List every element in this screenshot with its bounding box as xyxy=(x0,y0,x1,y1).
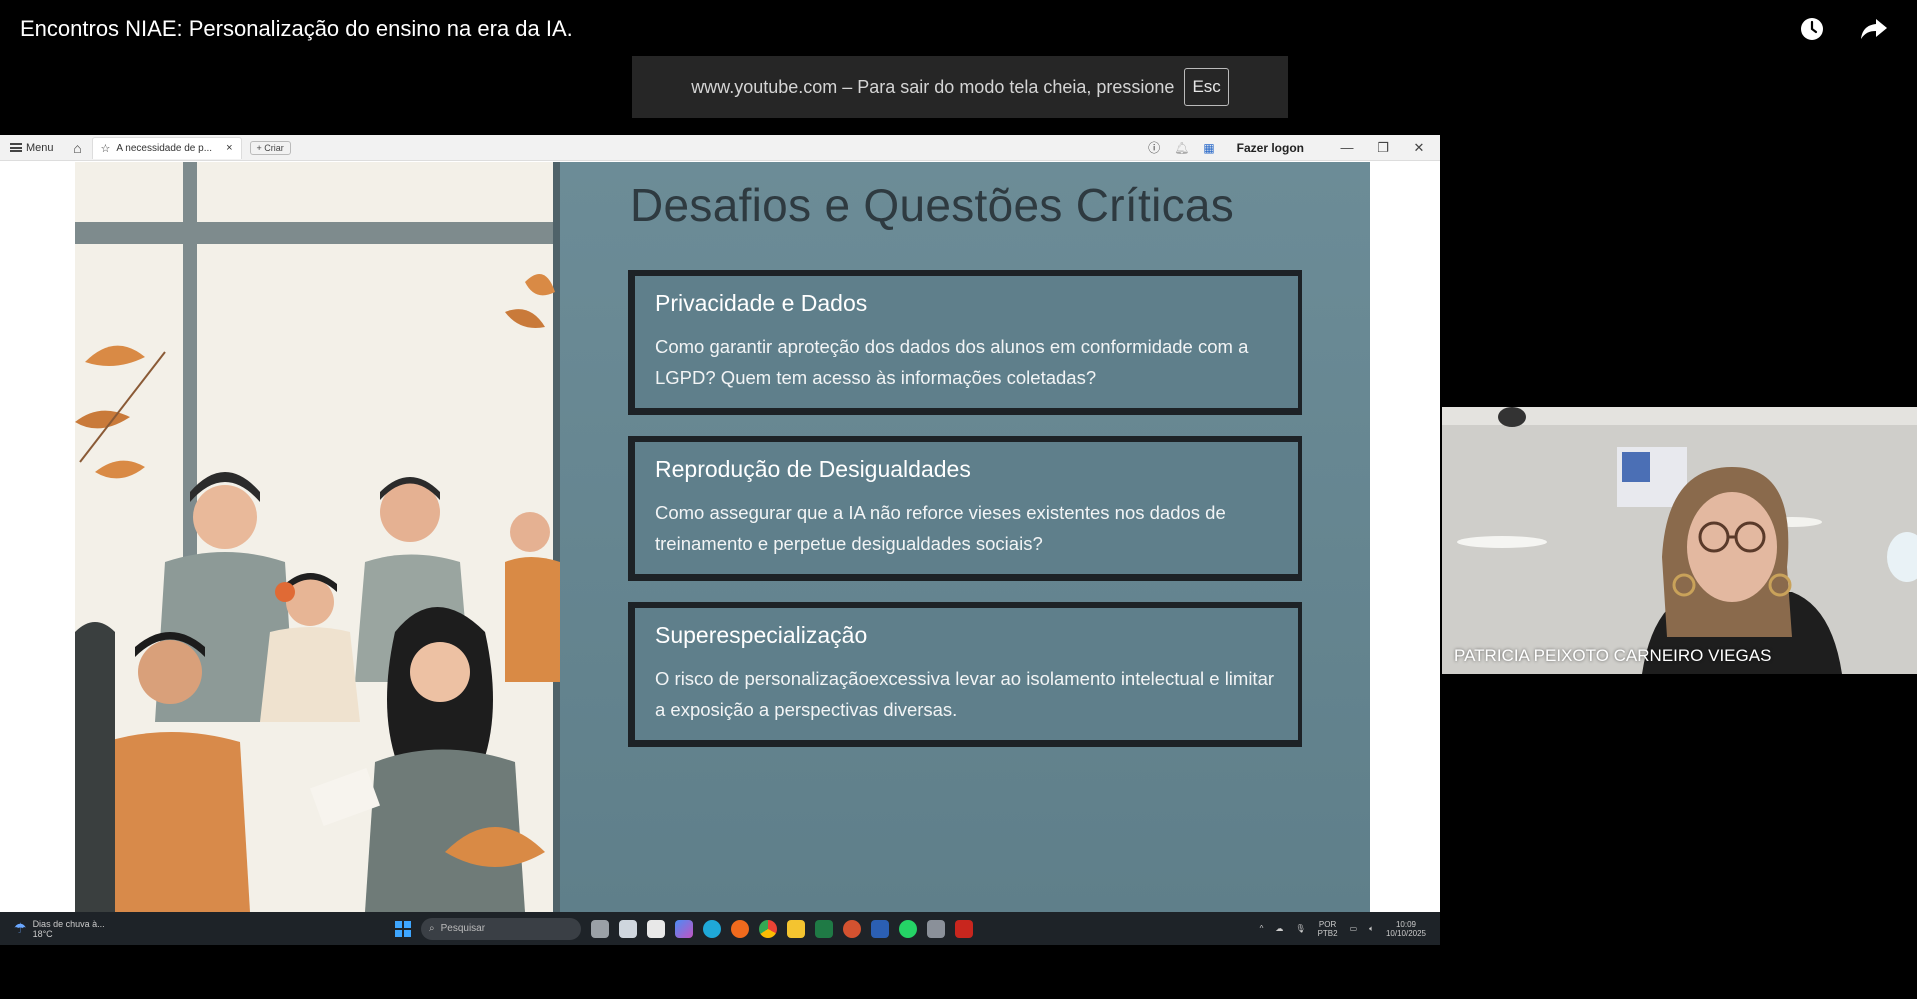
card-text: O risco de personalizaçãoexcessiva levar… xyxy=(655,668,1275,720)
whatsapp-icon[interactable] xyxy=(899,919,917,938)
participant-name: PATRICIA PEIXOTO CARNEIRO VIEGAS xyxy=(1454,646,1772,665)
esc-key: Esc xyxy=(1184,68,1229,106)
restore-icon[interactable]: ❐ xyxy=(1372,140,1394,156)
powerpoint-icon[interactable] xyxy=(843,919,861,938)
card-title: Reprodução de Desigualdades xyxy=(655,456,971,482)
windows-taskbar: ☂ Dias de chuva à... 18°C ⌕ Pesquisar ^ … xyxy=(0,912,1440,945)
clock-date: 10/10/2025 xyxy=(1385,928,1426,938)
browser-toolbar: Menu ⌂ ☆ A necessidade de p... × + Criar… xyxy=(0,135,1440,161)
card-title: Superespecialização xyxy=(655,622,868,648)
volume-icon[interactable]: 🔈︎ xyxy=(1369,924,1374,933)
card-overspecialization: Superespecialização O risco de personali… xyxy=(628,602,1302,747)
people-illustration xyxy=(75,162,560,912)
presentation-slide: Desafios e Questões Críticas Privacidade… xyxy=(75,162,1370,912)
fullscreen-message: www.youtube.com – Para sair do modo tela… xyxy=(691,76,1175,97)
taskbar-apps: ⌕ Pesquisar xyxy=(395,917,973,940)
fullscreen-toast: www.youtube.com – Para sair do modo tela… xyxy=(632,56,1288,118)
help-icon[interactable]: ⓘ xyxy=(1148,139,1160,156)
taskbar-search-placeholder: Pesquisar xyxy=(440,923,486,934)
participant-webcam-image xyxy=(1442,407,1917,674)
card-title: Privacidade e Dados xyxy=(655,290,868,316)
close-tab-icon[interactable]: × xyxy=(226,142,232,154)
clock[interactable]: 10:09 10/10/2025 xyxy=(1386,920,1426,938)
language-indicator[interactable]: POR PTB2 xyxy=(1318,920,1338,938)
chevron-up-icon[interactable]: ^ xyxy=(1260,924,1264,933)
copilot-icon[interactable] xyxy=(675,919,693,938)
slide-title: Desafios e Questões Críticas xyxy=(630,179,1235,231)
minimize-icon[interactable]: — xyxy=(1336,140,1358,155)
browser-tab[interactable]: ☆ A necessidade de p... × xyxy=(91,136,242,159)
word-icon[interactable] xyxy=(871,919,889,938)
language-code: POR xyxy=(1318,919,1337,929)
menu-icon xyxy=(10,143,22,152)
video-title: Encontros NIAE: Personalização do ensino… xyxy=(20,16,573,41)
notepad-icon[interactable] xyxy=(619,919,637,938)
network-icon[interactable]: ▭ xyxy=(1350,924,1358,933)
logon-button[interactable]: Fazer logon xyxy=(1237,141,1304,155)
slide-content: Desafios e Questões Críticas Privacidade… xyxy=(560,162,1370,912)
weather-widget[interactable]: ☂ Dias de chuva à... 18°C xyxy=(0,919,395,939)
firefox-icon[interactable] xyxy=(731,919,749,938)
edge-icon[interactable] xyxy=(703,919,721,938)
clock-time: 10:09 xyxy=(1395,919,1416,929)
task-view-icon[interactable] xyxy=(591,919,609,938)
file-explorer-icon[interactable] xyxy=(787,919,805,938)
card-text: Como assegurar que a IA não reforce vies… xyxy=(655,502,1226,554)
close-window-icon[interactable]: ✕ xyxy=(1408,140,1430,156)
microphone-icon[interactable]: 🎙︎ xyxy=(1295,924,1305,933)
cloud-icon[interactable]: ☁ xyxy=(1275,924,1283,933)
browser-right-controls: ⓘ 🔔︎ ▦ Fazer logon — ❐ ✕ xyxy=(1148,139,1440,156)
weather-description: Dias de chuva à... xyxy=(32,918,105,929)
excel-icon[interactable] xyxy=(815,919,833,938)
card-inequality: Reprodução de Desigualdades Como assegur… xyxy=(628,436,1302,581)
browser-menu-label: Menu xyxy=(26,141,54,154)
system-tray: ^ ☁ 🎙︎ POR PTB2 ▭ 🔈︎ 10:09 10/10/2025 xyxy=(1260,920,1440,938)
home-icon[interactable]: ⌂ xyxy=(64,140,92,156)
apps-grid-icon[interactable]: ▦ xyxy=(1203,141,1214,155)
shared-screen: Menu ⌂ ☆ A necessidade de p... × + Criar… xyxy=(0,135,1440,945)
acrobat-icon[interactable] xyxy=(955,919,973,938)
video-actions xyxy=(1797,14,1889,44)
browser-menu-button[interactable]: Menu xyxy=(0,135,64,160)
taskbar-search[interactable]: ⌕ Pesquisar xyxy=(421,917,581,940)
keyboard-layout: PTB2 xyxy=(1317,928,1338,938)
windows-start-icon[interactable] xyxy=(395,920,411,937)
calculator-icon[interactable] xyxy=(927,919,945,938)
card-text: Como garantir aproteção dos dados dos al… xyxy=(655,336,1249,388)
browser-tab-label: A necessidade de p... xyxy=(116,142,213,154)
star-icon: ☆ xyxy=(100,142,111,155)
card-privacy: Privacidade e Dados Como garantir aprote… xyxy=(628,270,1302,415)
watch-later-icon[interactable] xyxy=(1797,14,1827,44)
slide-illustration xyxy=(75,162,560,912)
participant-video: PATRICIA PEIXOTO CARNEIRO VIEGAS xyxy=(1442,407,1917,674)
snipping-tool-icon[interactable] xyxy=(647,919,665,938)
weather-icon: ☂ xyxy=(14,920,27,936)
bell-icon[interactable]: 🔔︎ xyxy=(1174,141,1189,155)
share-icon[interactable] xyxy=(1859,14,1889,44)
weather-temperature: 18°C xyxy=(32,928,53,939)
new-tab-button[interactable]: + Criar xyxy=(249,140,291,155)
search-icon: ⌕ xyxy=(429,923,435,934)
chrome-icon[interactable] xyxy=(759,919,777,938)
